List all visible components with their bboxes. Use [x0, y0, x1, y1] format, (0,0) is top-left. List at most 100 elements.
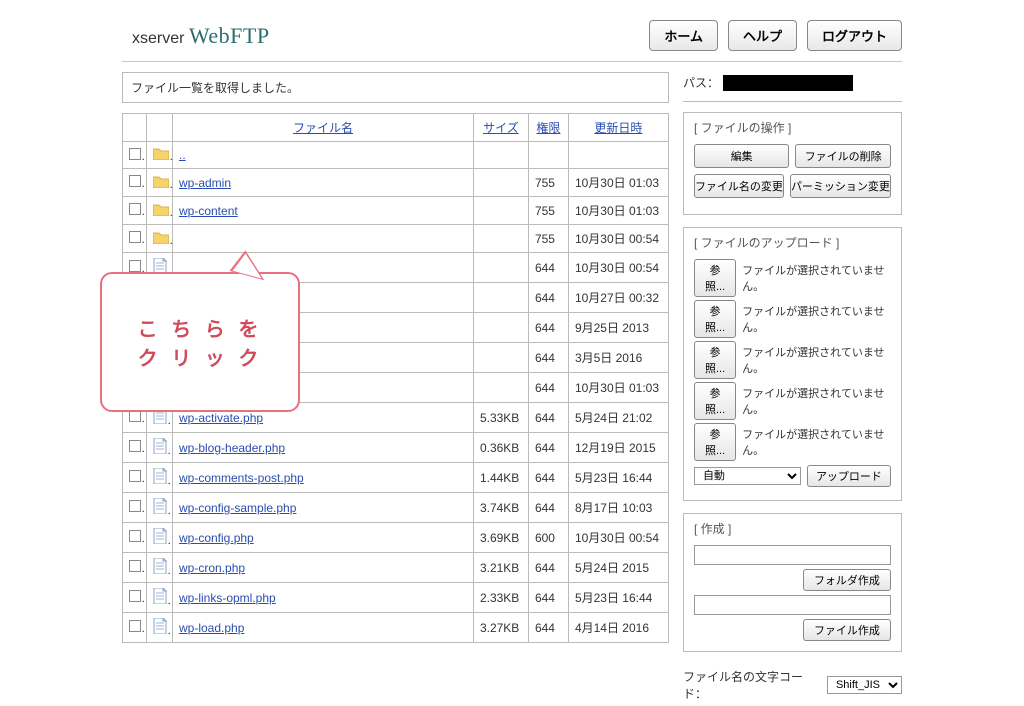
- file-icon: [153, 468, 167, 484]
- browse-button[interactable]: 参照...: [694, 423, 736, 461]
- row-checkbox[interactable]: [129, 470, 141, 482]
- table-row: wp-cron.php3.21KB6445月24日 2015: [123, 553, 669, 583]
- row-checkbox[interactable]: [129, 560, 141, 572]
- file-name: wp-config.php: [173, 523, 474, 553]
- file-size: 3.27KB: [473, 613, 528, 643]
- no-file-label: ファイルが選択されていません。: [742, 385, 891, 417]
- file-perm: 644: [528, 613, 568, 643]
- file-link[interactable]: ..: [179, 148, 186, 162]
- chmod-button[interactable]: パーミッション変更: [790, 174, 891, 198]
- file-link[interactable]: wp-links-opml.php: [179, 591, 276, 605]
- upload-button[interactable]: アップロード: [807, 465, 891, 487]
- col-name-header[interactable]: ファイル名: [173, 114, 474, 142]
- table-row: wp-config-sample.php3.74KB6448月17日 10:03: [123, 493, 669, 523]
- row-checkbox[interactable]: [129, 148, 141, 160]
- file-size: [473, 197, 528, 225]
- file-date: 4月14日 2016: [568, 613, 668, 643]
- upload-panel: [ ファイルのアップロード ] 参照...ファイルが選択されていません。参照..…: [683, 227, 902, 501]
- file-perm: 600: [528, 523, 568, 553]
- file-date: 5月23日 16:44: [568, 463, 668, 493]
- encoding-select[interactable]: 自動: [694, 467, 801, 485]
- filename-encoding-select[interactable]: Shift_JIS: [827, 676, 902, 694]
- row-checkbox[interactable]: [129, 500, 141, 512]
- file-date: 9月25日 2013: [568, 313, 668, 343]
- rename-button[interactable]: ファイル名の変更: [694, 174, 784, 198]
- col-size-header[interactable]: サイズ: [473, 114, 528, 142]
- logout-button[interactable]: ログアウト: [807, 20, 902, 51]
- col-perm-header[interactable]: 権限: [528, 114, 568, 142]
- file-ops-title: [ ファイルの操作 ]: [694, 119, 891, 136]
- row-checkbox[interactable]: [129, 231, 141, 243]
- path-value: ██████████████: [723, 75, 853, 91]
- file-perm: 755: [528, 197, 568, 225]
- file-name: ..: [173, 142, 474, 169]
- browse-button[interactable]: 参照...: [694, 300, 736, 338]
- file-perm: 644: [528, 553, 568, 583]
- file-perm: 755: [528, 169, 568, 197]
- file-perm: 644: [528, 403, 568, 433]
- folder-name-input[interactable]: [694, 545, 891, 565]
- row-checkbox[interactable]: [129, 620, 141, 632]
- file-size: 3.21KB: [473, 553, 528, 583]
- no-file-label: ファイルが選択されていません。: [742, 344, 891, 376]
- help-button[interactable]: ヘルプ: [728, 20, 797, 51]
- header-checkbox-cell: [123, 114, 147, 142]
- browse-button[interactable]: 参照...: [694, 382, 736, 420]
- file-size: [473, 142, 528, 169]
- table-row: wp-admin75510月30日 01:03: [123, 169, 669, 197]
- file-perm: 755: [528, 225, 568, 253]
- file-name: [173, 225, 474, 253]
- folder-icon: [153, 231, 169, 244]
- no-file-label: ファイルが選択されていません。: [742, 303, 891, 335]
- row-checkbox[interactable]: [129, 590, 141, 602]
- filename-encoding-row: ファイル名の文字コード： Shift_JIS: [683, 664, 902, 706]
- home-button[interactable]: ホーム: [649, 20, 718, 51]
- file-link[interactable]: wp-admin: [179, 176, 231, 190]
- table-row: wp-comments-post.php1.44KB6445月23日 16:44: [123, 463, 669, 493]
- file-date: 10月27日 00:32: [568, 283, 668, 313]
- edit-button[interactable]: 編集: [694, 144, 790, 168]
- no-file-label: ファイルが選択されていません。: [742, 426, 891, 458]
- file-date: 12月19日 2015: [568, 433, 668, 463]
- file-size: 3.69KB: [473, 523, 528, 553]
- file-size: [473, 283, 528, 313]
- file-perm: 644: [528, 463, 568, 493]
- browse-button[interactable]: 参照...: [694, 259, 736, 297]
- header: xserver WebFTP ホーム ヘルプ ログアウト: [122, 10, 902, 62]
- mkdir-button[interactable]: フォルダ作成: [803, 569, 891, 591]
- table-row: wp-config.php3.69KB60010月30日 00:54: [123, 523, 669, 553]
- file-link[interactable]: wp-cron.php: [179, 561, 245, 575]
- row-checkbox[interactable]: [129, 260, 141, 272]
- file-size: [473, 343, 528, 373]
- file-link[interactable]: wp-load.php: [179, 621, 244, 635]
- file-icon: [153, 498, 167, 514]
- delete-button[interactable]: ファイルの削除: [795, 144, 891, 168]
- file-icon: [153, 528, 167, 544]
- file-date: 10月30日 01:03: [568, 373, 668, 403]
- callout-annotation: こ ち ら を ク リ ッ ク: [100, 272, 300, 412]
- file-icon: [153, 438, 167, 454]
- file-date: 8月17日 10:03: [568, 493, 668, 523]
- file-ops-panel: [ ファイルの操作 ] 編集 ファイルの削除 ファイル名の変更 パーミッション変…: [683, 112, 902, 215]
- file-link[interactable]: wp-blog-header.php: [179, 441, 285, 455]
- mkfile-button[interactable]: ファイル作成: [803, 619, 891, 641]
- file-perm: 644: [528, 493, 568, 523]
- file-link[interactable]: wp-config.php: [179, 531, 254, 545]
- file-size: [473, 225, 528, 253]
- col-date-header[interactable]: 更新日時: [568, 114, 668, 142]
- row-checkbox[interactable]: [129, 175, 141, 187]
- file-date: 10月30日 00:54: [568, 253, 668, 283]
- row-checkbox[interactable]: [129, 530, 141, 542]
- create-panel: [ 作成 ] フォルダ作成 ファイル作成: [683, 513, 902, 652]
- file-link[interactable]: wp-config-sample.php: [179, 501, 296, 515]
- browse-button[interactable]: 参照...: [694, 341, 736, 379]
- file-size: [473, 169, 528, 197]
- file-link[interactable]: wp-activate.php: [179, 411, 263, 425]
- row-checkbox[interactable]: [129, 440, 141, 452]
- row-checkbox[interactable]: [129, 203, 141, 215]
- table-row: wp-content75510月30日 01:03: [123, 197, 669, 225]
- file-link[interactable]: wp-content: [179, 204, 238, 218]
- file-size: [473, 253, 528, 283]
- file-link[interactable]: wp-comments-post.php: [179, 471, 304, 485]
- file-name-input[interactable]: [694, 595, 891, 615]
